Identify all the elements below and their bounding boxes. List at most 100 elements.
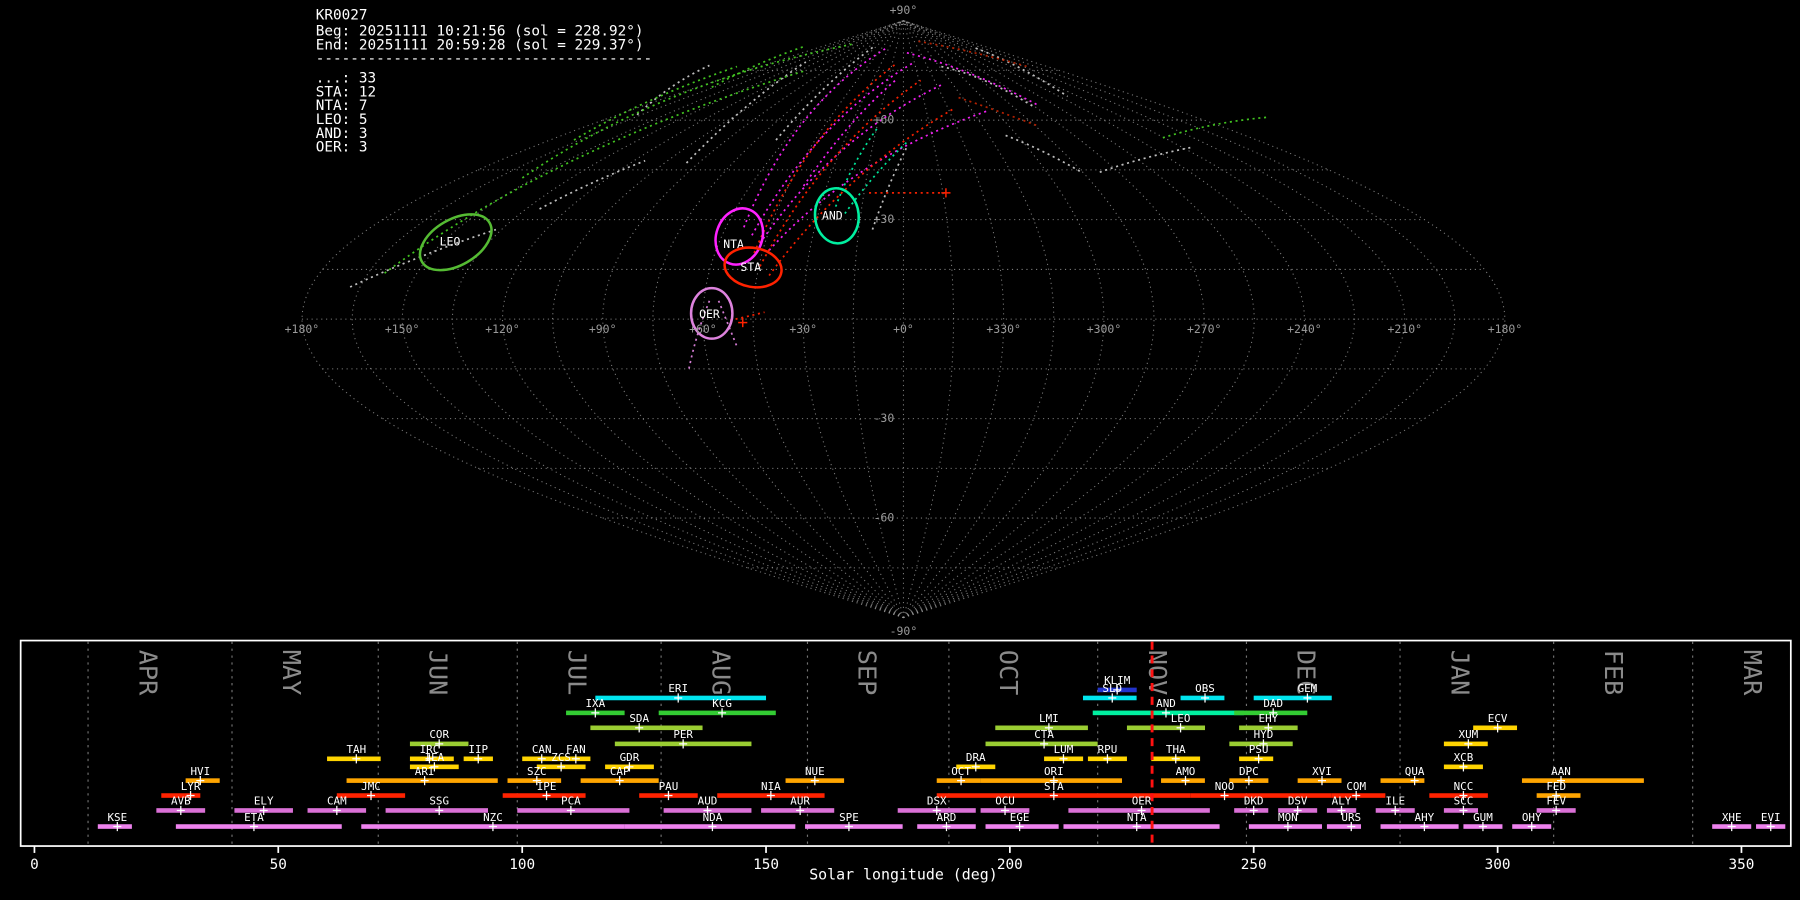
shower-label-LUM: LUM [1054,743,1074,756]
shower-label-JMC: JMC [361,780,381,793]
shower-label-LEO: LEO [1171,712,1191,725]
shower-label-COM: COM [1346,780,1366,793]
x-tick-label: 150 [753,857,779,873]
longitude-label: +180° [285,322,320,336]
header-separator: --------------------------------------- [316,51,652,67]
radiant-label-OER: OER [699,307,720,321]
radiant-ellipses: LEO NTASTAANDOER [418,187,860,340]
shower-label-EGE: EGE [1010,811,1030,824]
pole-label-north: +90° [890,3,918,17]
shower-bar-AAN [1521,778,1644,783]
shower-label-OCT: OCT [951,765,971,778]
shower-label-DKD: DKD [1244,795,1264,808]
station-id: KR0027 [316,8,368,24]
shower-label-SCC: SCC [1454,795,1474,808]
shower-label-GUM: GUM [1473,811,1493,824]
shower-label-SDA: SDA [629,712,649,725]
shower-bar-SPE [805,824,903,829]
longitude-label: +0° [893,322,914,336]
shower-label-FEV: FEV [1546,795,1566,808]
shower-label-CAP: CAP [610,765,630,778]
shower-label-XHE: XHE [1722,811,1742,824]
shower-label-URS: URS [1341,811,1361,824]
shower-label-XUM: XUM [1459,728,1479,741]
shower-label-ILE: ILE [1385,795,1405,808]
shower-label-IEA: IEA [425,751,445,764]
meteor-trail [685,61,807,164]
radiant-label-STA: STA [740,260,761,274]
meteor-trail [941,65,1036,109]
x-tick-label: 350 [1729,857,1755,873]
x-tick-label: 0 [30,857,39,873]
month-label-OCT: OCT [994,650,1023,696]
shower-label-EHY: EHY [1259,712,1279,725]
meteor-trail [717,300,738,348]
shower-label-OBS: OBS [1195,682,1215,695]
x-tick-label: 300 [1485,857,1511,873]
shower-bar-URS [1326,824,1362,829]
month-label-JAN: JAN [1445,650,1474,696]
meteor-trail [775,45,876,141]
shower-label-ALY: ALY [1332,795,1352,808]
shower-label-HVI: HVI [190,765,210,778]
shower-label-PSU: PSU [1249,743,1269,756]
month-label-APR: APR [133,650,162,696]
shower-label-TAH: TAH [346,743,366,756]
radiant-label-AND: AND [822,208,843,222]
shower-label-COR: COR [429,728,449,741]
shower-label-RPU: RPU [1098,743,1118,756]
shower-label-IPE: IPE [537,780,557,793]
sky-map-labels: +90° -90° +180° +150° +120° +90° +60° +30° +0° +3… [285,3,1523,638]
shower-label-AND: AND [1156,697,1176,710]
shower-label-QUA: QUA [1405,765,1425,778]
x-axis-title: Solar longitude (deg) [809,865,997,883]
longitude-label: +210° [1387,322,1422,336]
shower-label-AMO: AMO [1176,765,1196,778]
meteor-trail [834,128,878,207]
shower-label-NDA: NDA [703,811,723,824]
meteor-trail [759,79,922,267]
latitude-label: +30 [874,212,895,226]
shower-label-THA: THA [1166,743,1186,756]
month-label-FEB: FEB [1599,650,1628,696]
timeline-panel: APR MAY JUN JUL AUG SEP OCT NOV DEC JAN FEB MAR0 50 1… [19,639,1792,873]
shower-label-AHY: AHY [1415,811,1435,824]
x-tick-label: 200 [997,857,1023,873]
month-label-JUL: JUL [562,650,591,696]
shower-label-AUR: AUR [790,795,810,808]
shower-label-IXA: IXA [585,697,605,710]
meteor-trail [1099,146,1195,174]
meridian-line [903,20,1456,619]
longitude-label: +120° [485,322,520,336]
shower-label-EVI: EVI [1761,811,1781,824]
shower-label-DSX: DSX [927,795,947,808]
shower-label-NIA: NIA [761,780,781,793]
count-line-OER: OER: 3 [316,140,368,156]
header-block: KR0027 Beg: 20251111 10:21:56 (sol = 228… [316,8,652,156]
pole-label-south: -90° [890,624,918,638]
month-label-MAY: MAY [277,650,306,696]
shower-label-NZC: NZC [483,811,503,824]
shower-label-NCC: NCC [1454,780,1474,793]
shower-label-NUE: NUE [805,765,825,778]
meridian-line [551,20,904,619]
shower-label-PAU: PAU [659,780,679,793]
screenshot-root: LEO NTA STA AND OER +90° -90° +180° +150° +120° +… [0,0,1800,900]
shower-label-DPC: DPC [1239,765,1259,778]
shower-label-MON: MON [1278,811,1298,824]
shower-label-ERI: ERI [668,682,688,695]
longitude-label: +60° [689,322,717,336]
shower-bar-NTA [1063,824,1220,829]
radiant-label-LEO: LEO [440,235,461,249]
shower-label-DAD: DAD [1263,697,1283,710]
shower-label-GDR: GDR [620,751,640,764]
month-label-NOV: NOV [1143,650,1172,696]
shower-label-DRA: DRA [966,751,986,764]
month-label-AUG: AUG [706,650,735,696]
shower-label-ELY: ELY [254,795,274,808]
longitude-label: +90° [589,322,617,336]
shower-label-ARI: ARI [415,765,435,778]
shower-label-SLD: SLD [1102,682,1122,695]
shower-label-NOO: NOO [1215,780,1235,793]
meteor-trail [743,47,887,228]
